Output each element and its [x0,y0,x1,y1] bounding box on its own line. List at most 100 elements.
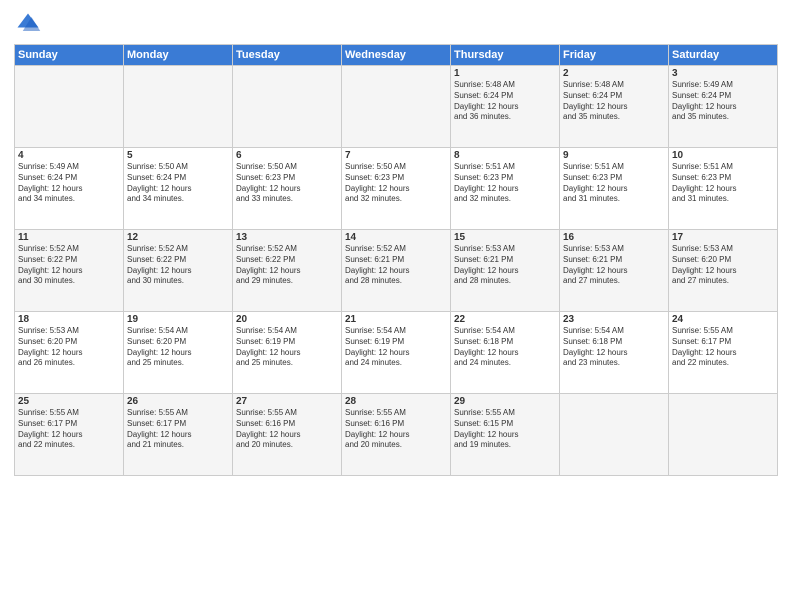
day-detail: Sunrise: 5:52 AM Sunset: 6:22 PM Dayligh… [18,244,120,287]
calendar-cell: 26Sunrise: 5:55 AM Sunset: 6:17 PM Dayli… [124,394,233,476]
calendar-cell: 8Sunrise: 5:51 AM Sunset: 6:23 PM Daylig… [451,148,560,230]
day-detail: Sunrise: 5:53 AM Sunset: 6:21 PM Dayligh… [454,244,556,287]
calendar-cell: 19Sunrise: 5:54 AM Sunset: 6:20 PM Dayli… [124,312,233,394]
calendar-cell: 21Sunrise: 5:54 AM Sunset: 6:19 PM Dayli… [342,312,451,394]
day-header-wednesday: Wednesday [342,45,451,66]
calendar-header: SundayMondayTuesdayWednesdayThursdayFrid… [15,45,778,66]
day-header-sunday: Sunday [15,45,124,66]
day-detail: Sunrise: 5:49 AM Sunset: 6:24 PM Dayligh… [18,162,120,205]
day-detail: Sunrise: 5:52 AM Sunset: 6:22 PM Dayligh… [236,244,338,287]
day-header-tuesday: Tuesday [233,45,342,66]
calendar-cell: 18Sunrise: 5:53 AM Sunset: 6:20 PM Dayli… [15,312,124,394]
week-row-4: 18Sunrise: 5:53 AM Sunset: 6:20 PM Dayli… [15,312,778,394]
calendar-cell: 11Sunrise: 5:52 AM Sunset: 6:22 PM Dayli… [15,230,124,312]
day-header-friday: Friday [560,45,669,66]
calendar-cell: 9Sunrise: 5:51 AM Sunset: 6:23 PM Daylig… [560,148,669,230]
day-number: 2 [563,68,665,79]
day-number: 13 [236,232,338,243]
calendar-cell [124,66,233,148]
day-detail: Sunrise: 5:48 AM Sunset: 6:24 PM Dayligh… [454,80,556,123]
day-number: 9 [563,150,665,161]
day-number: 27 [236,396,338,407]
day-number: 15 [454,232,556,243]
day-number: 16 [563,232,665,243]
calendar-cell: 5Sunrise: 5:50 AM Sunset: 6:24 PM Daylig… [124,148,233,230]
week-row-5: 25Sunrise: 5:55 AM Sunset: 6:17 PM Dayli… [15,394,778,476]
calendar-cell: 4Sunrise: 5:49 AM Sunset: 6:24 PM Daylig… [15,148,124,230]
day-detail: Sunrise: 5:55 AM Sunset: 6:15 PM Dayligh… [454,408,556,451]
header-row: SundayMondayTuesdayWednesdayThursdayFrid… [15,45,778,66]
day-detail: Sunrise: 5:52 AM Sunset: 6:22 PM Dayligh… [127,244,229,287]
calendar-cell: 23Sunrise: 5:54 AM Sunset: 6:18 PM Dayli… [560,312,669,394]
calendar-cell: 16Sunrise: 5:53 AM Sunset: 6:21 PM Dayli… [560,230,669,312]
day-detail: Sunrise: 5:55 AM Sunset: 6:16 PM Dayligh… [236,408,338,451]
day-detail: Sunrise: 5:54 AM Sunset: 6:19 PM Dayligh… [345,326,447,369]
day-detail: Sunrise: 5:53 AM Sunset: 6:20 PM Dayligh… [672,244,774,287]
day-detail: Sunrise: 5:55 AM Sunset: 6:17 PM Dayligh… [127,408,229,451]
logo [14,10,46,38]
week-row-3: 11Sunrise: 5:52 AM Sunset: 6:22 PM Dayli… [15,230,778,312]
calendar-cell: 12Sunrise: 5:52 AM Sunset: 6:22 PM Dayli… [124,230,233,312]
day-number: 17 [672,232,774,243]
day-number: 21 [345,314,447,325]
calendar-cell: 27Sunrise: 5:55 AM Sunset: 6:16 PM Dayli… [233,394,342,476]
day-number: 18 [18,314,120,325]
day-number: 4 [18,150,120,161]
calendar-page: SundayMondayTuesdayWednesdayThursdayFrid… [0,0,792,612]
day-detail: Sunrise: 5:50 AM Sunset: 6:23 PM Dayligh… [345,162,447,205]
day-detail: Sunrise: 5:51 AM Sunset: 6:23 PM Dayligh… [672,162,774,205]
day-detail: Sunrise: 5:51 AM Sunset: 6:23 PM Dayligh… [454,162,556,205]
day-detail: Sunrise: 5:55 AM Sunset: 6:17 PM Dayligh… [18,408,120,451]
calendar-cell [669,394,778,476]
day-detail: Sunrise: 5:54 AM Sunset: 6:18 PM Dayligh… [454,326,556,369]
day-number: 11 [18,232,120,243]
day-number: 19 [127,314,229,325]
day-number: 23 [563,314,665,325]
calendar-cell [15,66,124,148]
day-number: 5 [127,150,229,161]
day-detail: Sunrise: 5:53 AM Sunset: 6:20 PM Dayligh… [18,326,120,369]
calendar-cell: 3Sunrise: 5:49 AM Sunset: 6:24 PM Daylig… [669,66,778,148]
day-detail: Sunrise: 5:50 AM Sunset: 6:23 PM Dayligh… [236,162,338,205]
calendar-cell: 22Sunrise: 5:54 AM Sunset: 6:18 PM Dayli… [451,312,560,394]
logo-icon [14,10,42,38]
day-number: 1 [454,68,556,79]
day-number: 24 [672,314,774,325]
day-detail: Sunrise: 5:55 AM Sunset: 6:16 PM Dayligh… [345,408,447,451]
calendar-cell: 28Sunrise: 5:55 AM Sunset: 6:16 PM Dayli… [342,394,451,476]
day-detail: Sunrise: 5:52 AM Sunset: 6:21 PM Dayligh… [345,244,447,287]
calendar-body: 1Sunrise: 5:48 AM Sunset: 6:24 PM Daylig… [15,66,778,476]
calendar-cell: 25Sunrise: 5:55 AM Sunset: 6:17 PM Dayli… [15,394,124,476]
day-number: 6 [236,150,338,161]
day-number: 7 [345,150,447,161]
day-detail: Sunrise: 5:51 AM Sunset: 6:23 PM Dayligh… [563,162,665,205]
day-header-thursday: Thursday [451,45,560,66]
week-row-1: 1Sunrise: 5:48 AM Sunset: 6:24 PM Daylig… [15,66,778,148]
calendar-cell: 13Sunrise: 5:52 AM Sunset: 6:22 PM Dayli… [233,230,342,312]
day-header-monday: Monday [124,45,233,66]
day-number: 26 [127,396,229,407]
calendar-cell: 29Sunrise: 5:55 AM Sunset: 6:15 PM Dayli… [451,394,560,476]
header [14,10,778,38]
day-number: 10 [672,150,774,161]
calendar-cell: 20Sunrise: 5:54 AM Sunset: 6:19 PM Dayli… [233,312,342,394]
calendar-cell: 15Sunrise: 5:53 AM Sunset: 6:21 PM Dayli… [451,230,560,312]
week-row-2: 4Sunrise: 5:49 AM Sunset: 6:24 PM Daylig… [15,148,778,230]
day-header-saturday: Saturday [669,45,778,66]
day-detail: Sunrise: 5:54 AM Sunset: 6:19 PM Dayligh… [236,326,338,369]
calendar-cell [560,394,669,476]
day-detail: Sunrise: 5:50 AM Sunset: 6:24 PM Dayligh… [127,162,229,205]
day-number: 25 [18,396,120,407]
calendar-cell: 14Sunrise: 5:52 AM Sunset: 6:21 PM Dayli… [342,230,451,312]
day-number: 29 [454,396,556,407]
calendar-cell: 2Sunrise: 5:48 AM Sunset: 6:24 PM Daylig… [560,66,669,148]
calendar-cell: 10Sunrise: 5:51 AM Sunset: 6:23 PM Dayli… [669,148,778,230]
calendar-cell: 24Sunrise: 5:55 AM Sunset: 6:17 PM Dayli… [669,312,778,394]
calendar-table: SundayMondayTuesdayWednesdayThursdayFrid… [14,44,778,476]
day-detail: Sunrise: 5:48 AM Sunset: 6:24 PM Dayligh… [563,80,665,123]
day-number: 3 [672,68,774,79]
calendar-cell [233,66,342,148]
day-detail: Sunrise: 5:54 AM Sunset: 6:18 PM Dayligh… [563,326,665,369]
day-number: 22 [454,314,556,325]
day-number: 28 [345,396,447,407]
